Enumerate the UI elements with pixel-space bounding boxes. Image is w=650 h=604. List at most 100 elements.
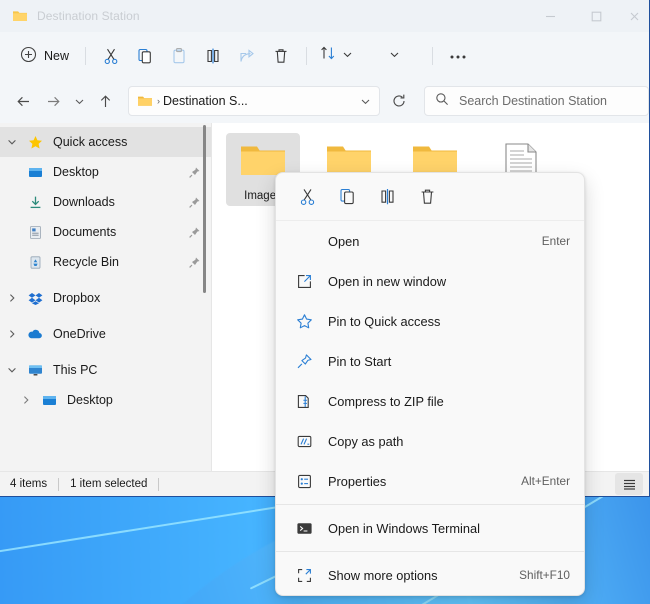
chevron-down-icon[interactable] xyxy=(355,96,375,107)
zip-icon xyxy=(290,393,318,410)
address-bar-row: › Destination S... Search Destination St… xyxy=(0,79,649,123)
sidebar-item-label: Downloads xyxy=(53,195,184,209)
star-icon xyxy=(24,135,46,150)
new-button-label: New xyxy=(44,49,69,63)
pin-icon[interactable] xyxy=(184,196,204,209)
context-menu: Open Enter Open in new window Pin to Qui… xyxy=(275,172,585,596)
search-icon xyxy=(435,92,449,111)
refresh-button[interactable] xyxy=(384,86,414,116)
sidebar-item-this-pc[interactable]: This PC xyxy=(0,355,212,385)
share-button[interactable] xyxy=(230,40,264,72)
address-input[interactable]: › Destination S... xyxy=(128,86,380,116)
context-menu-item-pin-to-start[interactable]: Pin to Start xyxy=(276,341,584,381)
sidebar-item-this-pc-desktop[interactable]: Desktop xyxy=(0,385,212,415)
pin-icon[interactable] xyxy=(184,226,204,239)
window-controls xyxy=(527,0,649,32)
toolbar-divider xyxy=(85,47,86,65)
pin-icon[interactable] xyxy=(184,166,204,179)
pin-icon[interactable] xyxy=(184,256,204,269)
context-menu-item-compress-to-zip[interactable]: Compress to ZIP file xyxy=(276,381,584,421)
context-menu-item-label: Open in new window xyxy=(328,274,570,289)
sidebar-item-label: Recycle Bin xyxy=(53,255,184,269)
sidebar-item-onedrive[interactable]: OneDrive xyxy=(0,319,212,349)
title-bar: Destination Station xyxy=(0,0,649,32)
context-menu-item-accel: Alt+Enter xyxy=(521,474,570,488)
context-menu-item-label: Open xyxy=(328,234,542,249)
context-menu-item-open-in-windows-terminal[interactable]: Open in Windows Terminal xyxy=(276,508,584,548)
back-button[interactable] xyxy=(8,86,38,116)
context-menu-item-copy-as-path[interactable]: Copy as path xyxy=(276,421,584,461)
chevron-right-icon[interactable] xyxy=(14,395,38,405)
sidebar-item-label: Documents xyxy=(53,225,184,239)
breadcrumb-separator: › xyxy=(157,96,160,106)
sidebar-item-desktop[interactable]: Desktop xyxy=(0,157,212,187)
recent-locations-button[interactable] xyxy=(68,86,90,116)
plus-circle-icon xyxy=(20,46,37,66)
chevron-down-icon xyxy=(342,47,353,65)
search-input[interactable]: Search Destination Station xyxy=(424,86,649,116)
sidebar-item-label: This PC xyxy=(53,363,204,377)
window-title: Destination Station xyxy=(37,9,140,23)
context-menu-item-label: Properties xyxy=(328,474,521,489)
cut-button[interactable] xyxy=(290,180,324,214)
more-options-button[interactable] xyxy=(441,40,475,72)
rename-button[interactable] xyxy=(370,180,404,214)
minimize-button[interactable] xyxy=(527,0,573,32)
sidebar-item-label: Desktop xyxy=(53,165,184,179)
copy-button[interactable] xyxy=(330,180,364,214)
up-button[interactable] xyxy=(90,86,120,116)
download-icon xyxy=(24,195,46,210)
sidebar-scrollbar-thumb[interactable] xyxy=(203,125,206,293)
chevron-right-icon[interactable] xyxy=(0,329,24,339)
sidebar-item-label: OneDrive xyxy=(53,327,204,341)
close-button[interactable] xyxy=(619,0,649,32)
search-placeholder: Search Destination Station xyxy=(459,94,607,108)
context-menu-item-properties[interactable]: Properties Alt+Enter xyxy=(276,461,584,501)
sidebar-item-documents[interactable]: Documents xyxy=(0,217,212,247)
sort-button[interactable] xyxy=(315,40,357,72)
context-menu-item-pin-to-quick-access[interactable]: Pin to Quick access xyxy=(276,301,584,341)
context-menu-item-show-more-options[interactable]: Show more options Shift+F10 xyxy=(276,555,584,595)
copy-button[interactable] xyxy=(128,40,162,72)
context-menu-item-label: Pin to Quick access xyxy=(328,314,570,329)
context-menu-item-open-in-new-window[interactable]: Open in new window xyxy=(276,261,584,301)
paste-button[interactable] xyxy=(162,40,196,72)
monitor-icon xyxy=(24,363,46,378)
dropbox-icon xyxy=(24,291,46,306)
pin-icon xyxy=(290,353,318,370)
view-button[interactable] xyxy=(385,40,404,72)
forward-button[interactable] xyxy=(38,86,68,116)
terminal-icon xyxy=(290,521,318,536)
context-menu-item-label: Open in Windows Terminal xyxy=(328,521,570,536)
context-menu-item-open[interactable]: Open Enter xyxy=(276,221,584,261)
sidebar-item-dropbox[interactable]: Dropbox xyxy=(0,283,212,313)
chevron-down-icon[interactable] xyxy=(0,137,24,147)
status-separator-2 xyxy=(158,478,159,491)
new-button[interactable]: New xyxy=(12,40,77,72)
delete-button[interactable] xyxy=(264,40,298,72)
chevron-down-icon[interactable] xyxy=(0,365,24,375)
sidebar-scrollbar[interactable] xyxy=(203,123,206,471)
sidebar-item-recycle-bin[interactable]: Recycle Bin xyxy=(0,247,212,277)
maximize-button[interactable] xyxy=(573,0,619,32)
cut-button[interactable] xyxy=(94,40,128,72)
view-toggle-group xyxy=(615,473,649,495)
delete-button[interactable] xyxy=(410,180,444,214)
rename-button[interactable] xyxy=(196,40,230,72)
navigation-pane: Quick access Desktop xyxy=(0,123,212,471)
cloud-icon xyxy=(24,326,46,342)
sidebar-item-downloads[interactable]: Downloads xyxy=(0,187,212,217)
sidebar-item-quick-access[interactable]: Quick access xyxy=(0,127,212,157)
sidebar-item-label: Quick access xyxy=(53,135,204,149)
ellipsis-icon xyxy=(449,47,467,65)
details-view-icon[interactable] xyxy=(615,473,643,495)
toolbar-divider-2 xyxy=(306,47,307,65)
sidebar-item-label: Dropbox xyxy=(53,291,204,305)
selection-status: 1 item selected xyxy=(70,478,147,490)
recycle-bin-icon xyxy=(24,255,46,270)
context-menu-item-accel: Enter xyxy=(542,234,570,248)
chevron-right-icon[interactable] xyxy=(0,293,24,303)
command-toolbar: New xyxy=(0,32,649,79)
context-menu-icon-row xyxy=(276,173,584,221)
status-separator-1 xyxy=(58,478,59,491)
